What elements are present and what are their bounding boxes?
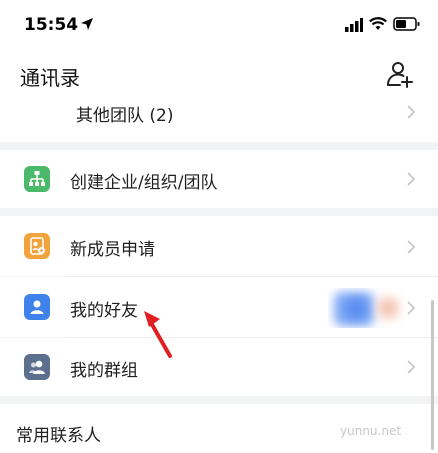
blurred-avatars-image	[334, 292, 399, 326]
page-title: 通讯录	[20, 66, 80, 90]
chevron-right-icon	[407, 240, 416, 254]
battery-icon	[393, 17, 420, 31]
cellular-signal-icon	[345, 18, 363, 32]
watermark: yunnu.net	[340, 424, 402, 438]
other-teams-label: 其他团队 (2)	[76, 106, 174, 126]
new-members-label: 新成员申请	[70, 240, 155, 260]
chevron-right-icon	[407, 172, 416, 186]
my-friends-label: 我的好友	[70, 301, 138, 321]
status-bar: 15:54	[0, 0, 438, 52]
list-item-new-members[interactable]: 新成员申请	[0, 216, 438, 276]
list-item-other-teams[interactable]: 其他团队 (2)	[0, 98, 438, 142]
list-item-my-groups[interactable]: 我的群组	[0, 338, 438, 396]
add-contact-icon[interactable]	[386, 60, 414, 88]
friends-icon	[24, 294, 50, 320]
org-chart-icon	[24, 166, 50, 192]
create-org-label: 创建企业/组织/团队	[70, 173, 218, 193]
section-title: 常用联系人	[16, 426, 101, 446]
list-item-create-org[interactable]: 创建企业/组织/团队	[0, 150, 438, 208]
scrollbar[interactable]	[431, 300, 434, 450]
chevron-right-icon	[407, 105, 416, 119]
wifi-icon	[369, 17, 387, 30]
my-groups-label: 我的群组	[70, 361, 138, 381]
groups-icon	[24, 354, 50, 380]
chevron-right-icon	[407, 360, 416, 374]
location-arrow-icon	[81, 18, 93, 30]
nav-bar: 通讯录	[0, 52, 438, 98]
new-member-request-icon	[24, 233, 50, 259]
status-time: 15:54	[24, 15, 79, 35]
annotation-arrow-icon	[144, 311, 172, 358]
